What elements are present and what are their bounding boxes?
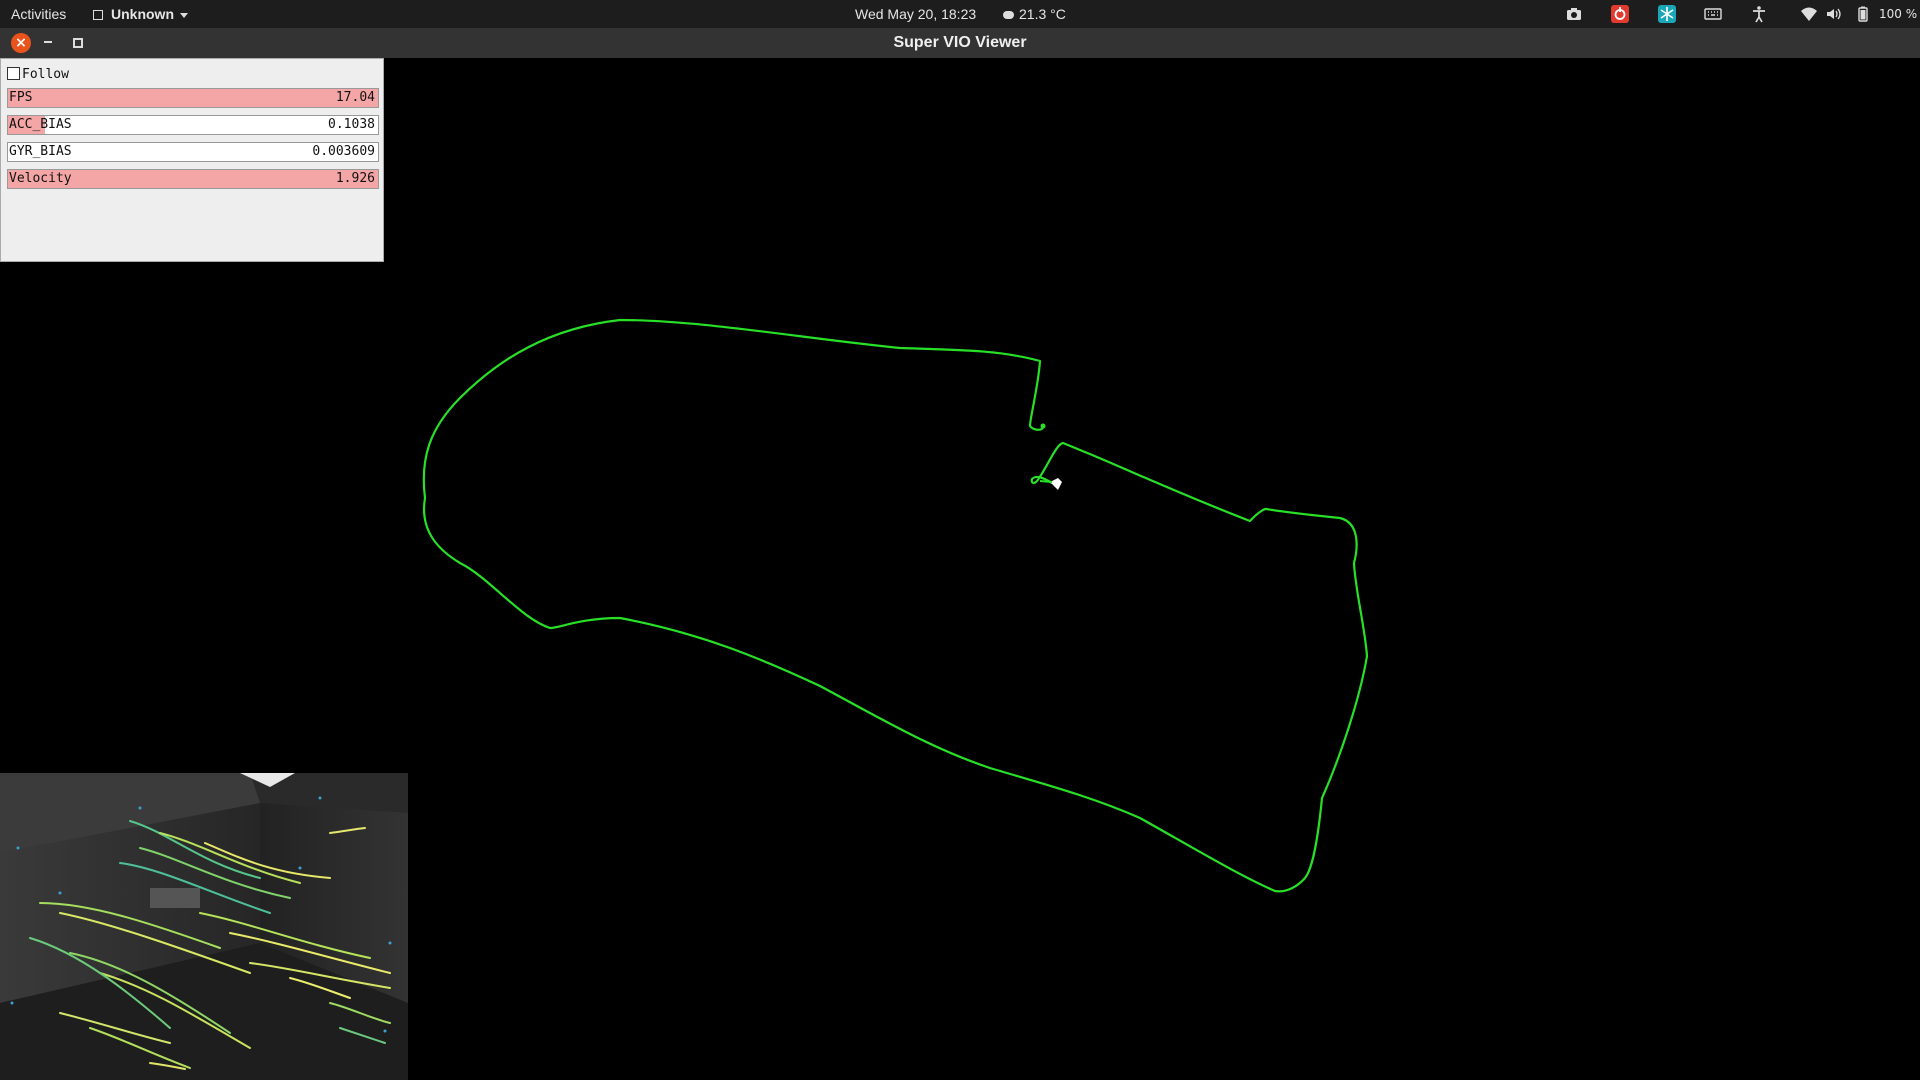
battery-icon[interactable] [1854, 5, 1872, 23]
trajectory-start-marker [1040, 423, 1046, 429]
wall-panel [150, 888, 200, 908]
netease-music-icon[interactable] [1611, 5, 1629, 23]
accessibility-icon[interactable] [1750, 5, 1768, 23]
clock[interactable]: Wed May 20, 18:23 [855, 0, 976, 28]
acc-bias-value: 0.1038 [328, 117, 375, 132]
acc-bias-row[interactable]: ACC_BIAS 0.1038 [7, 115, 379, 135]
velocity-value: 1.926 [335, 171, 375, 186]
system-top-bar: Activities Unknown Wed May 20, 18:23 21.… [0, 0, 1920, 28]
volume-icon[interactable] [1825, 5, 1843, 23]
trajectory-path [422, 318, 1369, 893]
app-menu-label: Unknown [111, 6, 174, 22]
gyr-bias-label: GYR_BIAS [9, 144, 72, 159]
camera-feature-view [0, 773, 408, 1080]
control-panel: Follow FPS 17.04 ACC_BIAS 0.1038 GYR_BIA… [0, 58, 384, 262]
app-menu[interactable]: Unknown [93, 0, 188, 28]
current-pose-marker [1039, 478, 1062, 490]
velocity-row[interactable]: Velocity 1.926 [7, 169, 379, 189]
keyboard-icon[interactable] [1704, 5, 1722, 23]
fps-value: 17.04 [335, 90, 375, 105]
weather-cloud-icon [1003, 11, 1014, 20]
app-window-icon [93, 10, 103, 21]
snowflake-app-icon[interactable] [1658, 5, 1676, 23]
close-button[interactable]: × [11, 33, 31, 53]
activities-button[interactable]: Activities [11, 0, 66, 28]
chevron-down-icon [180, 12, 188, 18]
gyr-bias-row[interactable]: GYR_BIAS 0.003609 [7, 142, 379, 162]
fps-row[interactable]: FPS 17.04 [7, 88, 379, 108]
follow-label: Follow [22, 67, 69, 82]
window-title: Super VIO Viewer [893, 34, 1027, 51]
follow-checkbox-box[interactable] [7, 67, 20, 80]
acc-bias-label: ACC_BIAS [9, 117, 72, 132]
weather-temperature: 21.3 °C [1019, 6, 1066, 22]
screenshot-icon[interactable] [1565, 5, 1583, 23]
velocity-label: Velocity [9, 171, 72, 186]
wifi-icon[interactable] [1800, 5, 1818, 23]
camera-image [0, 773, 408, 1080]
maximize-button[interactable] [73, 38, 83, 48]
gyr-bias-value: 0.003609 [312, 144, 375, 159]
battery-percentage: 100 % [1879, 7, 1918, 21]
window-title-bar[interactable]: Super VIO Viewer × [0, 28, 1920, 58]
fps-bar-fill [8, 89, 378, 107]
fps-label: FPS [9, 90, 33, 105]
minimize-button[interactable] [44, 41, 52, 43]
follow-checkbox[interactable]: Follow [7, 67, 69, 83]
weather-indicator[interactable]: 21.3 °C [1003, 0, 1066, 28]
